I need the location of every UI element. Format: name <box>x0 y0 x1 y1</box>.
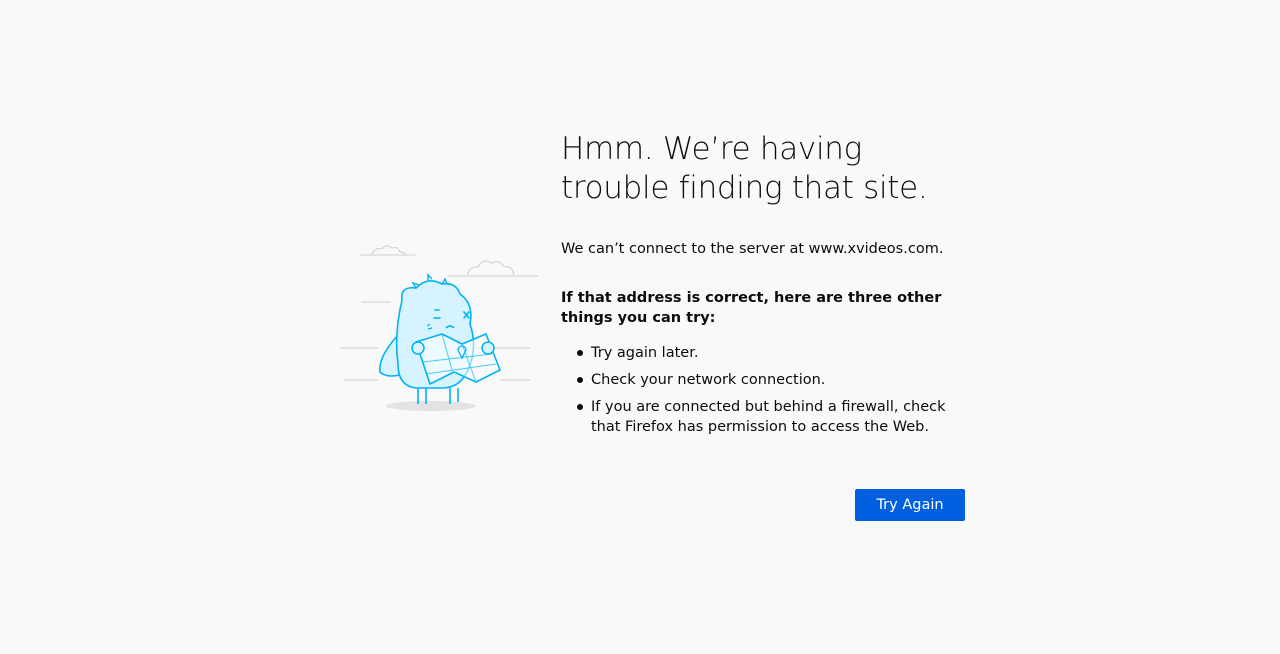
try-again-button[interactable]: Try Again <box>855 489 965 521</box>
confused-dinosaur-with-map-icon <box>330 238 540 418</box>
error-description: We can’t connect to the server at www.xv… <box>561 241 944 257</box>
page-title: Hmm. We’re having trouble finding that s… <box>561 131 928 206</box>
error-content: Hmm. We’re having trouble finding that s… <box>561 130 965 444</box>
tip-item: Try again later. <box>577 343 965 363</box>
error-page: Hmm. We’re having trouble finding that s… <box>0 0 1280 654</box>
tip-item: If you are connected but behind a firewa… <box>577 397 965 437</box>
advice-heading: If that address is correct, here are thr… <box>561 290 942 326</box>
tips-list: Try again later. Check your network conn… <box>561 343 965 437</box>
button-row: Try Again <box>855 489 965 521</box>
tip-item: Check your network connection. <box>577 370 965 390</box>
